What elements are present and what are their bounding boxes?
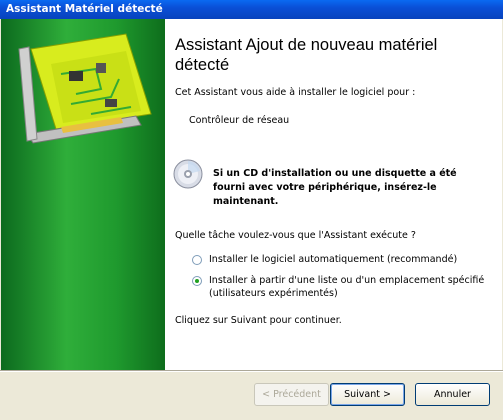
window-title: Assistant Matériel détecté (0, 0, 503, 19)
wizard-heading: Assistant Ajout de nouveau matériel déte… (175, 36, 438, 74)
next-button[interactable]: Suivant > (330, 383, 405, 406)
auto-install-radio[interactable] (192, 255, 202, 265)
task-question: Quelle tâche voulez-vous que l'Assistant… (175, 230, 416, 241)
intro-text: Cet Assistant vous aide à installer le l… (175, 87, 416, 98)
wizard-window: Assistant Matériel détecté Assistant Ajo… (0, 0, 503, 420)
auto-install-label[interactable]: Installer le logiciel automatiquement (r… (209, 254, 457, 266)
cd-prompt: Si un CD d'installation ou une disquette… (213, 168, 457, 207)
cd-icon (173, 159, 203, 189)
manual-install-label[interactable]: Installer à partir d'une liste ou d'un e… (209, 275, 484, 287)
manual-install-radio[interactable] (192, 276, 202, 286)
continue-hint: Cliquez sur Suivant pour continuer. (175, 315, 342, 326)
wizard-side-banner (1, 19, 165, 370)
network-card-illustration (18, 33, 152, 144)
cancel-button[interactable]: Annuler (415, 383, 490, 406)
button-separator (0, 370, 503, 372)
device-name: Contrôleur de réseau (189, 115, 290, 126)
wizard-content: Assistant Ajout de nouveau matériel déte… (165, 19, 502, 370)
manual-install-sublabel[interactable]: (utilisateurs expérimentés) (209, 288, 338, 300)
back-button[interactable]: < Précédent (254, 383, 329, 406)
